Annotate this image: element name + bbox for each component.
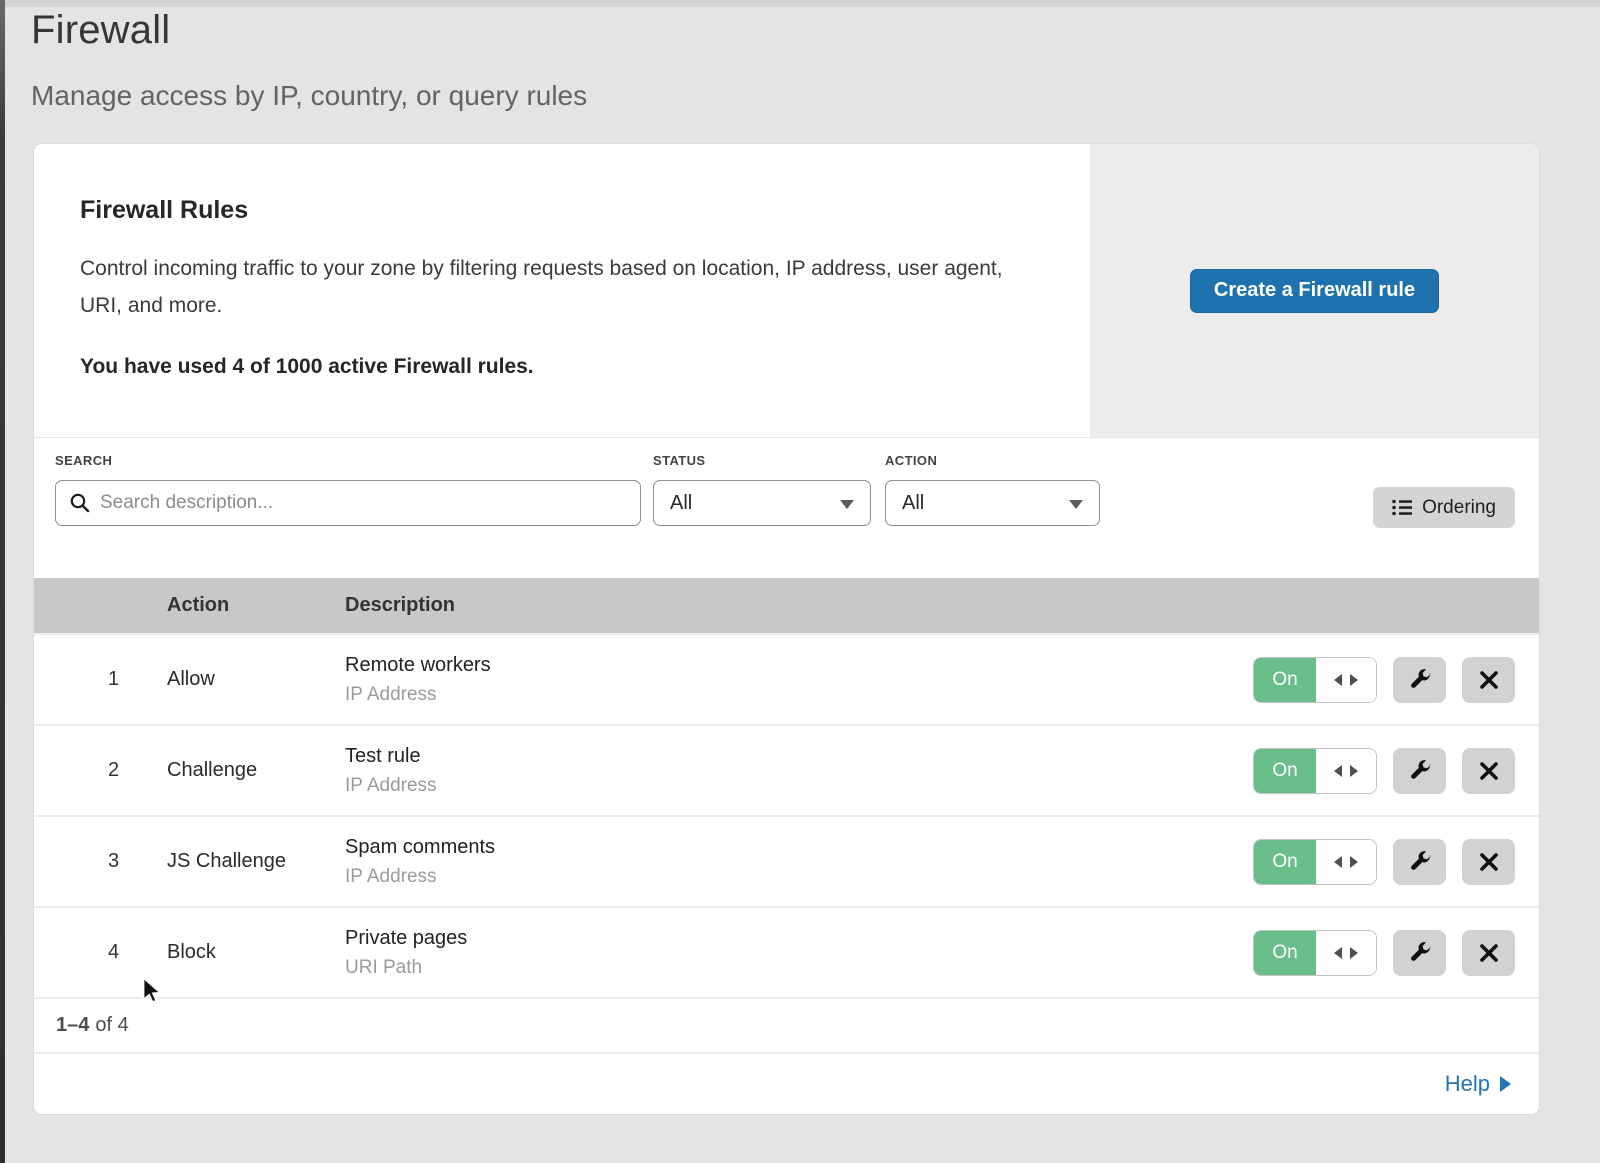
search-label: SEARCH bbox=[55, 453, 641, 468]
close-icon bbox=[1479, 761, 1499, 781]
close-icon bbox=[1479, 670, 1499, 690]
close-icon bbox=[1479, 943, 1499, 963]
help-link-label: Help bbox=[1445, 1071, 1490, 1097]
wrench-icon bbox=[1408, 850, 1431, 873]
rule-priority: 2 bbox=[34, 759, 167, 782]
table-row: 1 Allow Remote workers IP Address On bbox=[34, 633, 1539, 724]
intro-text-panel: Firewall Rules Control incoming traffic … bbox=[34, 144, 1090, 437]
rule-priority: 1 bbox=[34, 668, 167, 691]
usage-summary: You have used 4 of 1000 active Firewall … bbox=[80, 355, 1030, 379]
reorder-handle[interactable] bbox=[1316, 931, 1376, 975]
rule-action: JS Challenge bbox=[167, 850, 345, 873]
window-top-edge bbox=[0, 0, 1600, 7]
left-right-arrows-icon bbox=[1333, 855, 1359, 869]
pagination-summary: 1–4 of 4 bbox=[34, 997, 1539, 1052]
delete-rule-button[interactable] bbox=[1462, 930, 1515, 976]
toggle-on-state[interactable]: On bbox=[1254, 931, 1316, 975]
status-selected-value: All bbox=[670, 492, 692, 515]
rule-toggle[interactable]: On bbox=[1253, 930, 1377, 976]
rule-action: Block bbox=[167, 941, 345, 964]
toggle-on-state[interactable]: On bbox=[1254, 658, 1316, 702]
rule-action: Challenge bbox=[167, 759, 345, 782]
left-right-arrows-icon bbox=[1333, 764, 1359, 778]
create-firewall-rule-button[interactable]: Create a Firewall rule bbox=[1190, 269, 1439, 313]
action-select[interactable]: All bbox=[885, 480, 1100, 526]
firewall-rules-card: Firewall Rules Control incoming traffic … bbox=[33, 143, 1540, 1115]
action-selected-value: All bbox=[902, 492, 924, 515]
intro-heading: Firewall Rules bbox=[80, 196, 1030, 225]
wrench-icon bbox=[1408, 668, 1431, 691]
rule-toggle[interactable]: On bbox=[1253, 657, 1377, 703]
page-title: Firewall bbox=[31, 8, 170, 53]
toggle-on-state[interactable]: On bbox=[1254, 749, 1316, 793]
help-bar: Help bbox=[34, 1052, 1539, 1114]
page-subtitle: Manage access by IP, country, or query r… bbox=[31, 80, 587, 112]
edit-rule-button[interactable] bbox=[1393, 748, 1446, 794]
chevron-down-icon bbox=[1069, 500, 1083, 509]
rule-toggle[interactable]: On bbox=[1253, 839, 1377, 885]
rule-match-type: URI Path bbox=[345, 957, 1252, 979]
table-header: Action Description bbox=[34, 578, 1539, 633]
intro-action-panel: Create a Firewall rule bbox=[1090, 144, 1539, 437]
column-header-action: Action bbox=[167, 594, 345, 617]
search-icon bbox=[69, 492, 91, 514]
close-icon bbox=[1479, 852, 1499, 872]
reorder-handle[interactable] bbox=[1316, 749, 1376, 793]
column-header-description: Description bbox=[345, 594, 1252, 617]
rule-action: Allow bbox=[167, 668, 345, 691]
rule-priority: 3 bbox=[34, 850, 167, 873]
rule-toggle[interactable]: On bbox=[1253, 748, 1377, 794]
intro-section: Firewall Rules Control incoming traffic … bbox=[34, 144, 1539, 438]
edit-rule-button[interactable] bbox=[1393, 657, 1446, 703]
wrench-icon bbox=[1408, 941, 1431, 964]
pagination-total: of 4 bbox=[95, 1014, 128, 1037]
chevron-down-icon bbox=[840, 500, 854, 509]
rule-match-type: IP Address bbox=[345, 775, 1252, 797]
rule-description: Test rule bbox=[345, 745, 1252, 768]
ordering-button[interactable]: Ordering bbox=[1373, 487, 1515, 528]
rule-match-type: IP Address bbox=[345, 866, 1252, 888]
search-input[interactable] bbox=[55, 480, 641, 526]
edit-rule-button[interactable] bbox=[1393, 930, 1446, 976]
left-right-arrows-icon bbox=[1333, 946, 1359, 960]
wrench-icon bbox=[1408, 759, 1431, 782]
rule-description: Remote workers bbox=[345, 654, 1252, 677]
table-row: 4 Block Private pages URI Path On bbox=[34, 906, 1539, 997]
status-label: STATUS bbox=[653, 453, 871, 468]
filter-bar: SEARCH STATUS All ACTION All bbox=[34, 438, 1539, 578]
rule-match-type: IP Address bbox=[345, 684, 1252, 706]
table-row: 3 JS Challenge Spam comments IP Address … bbox=[34, 815, 1539, 906]
reorder-handle[interactable] bbox=[1316, 658, 1376, 702]
window-left-edge bbox=[0, 0, 5, 1163]
reorder-handle[interactable] bbox=[1316, 840, 1376, 884]
delete-rule-button[interactable] bbox=[1462, 839, 1515, 885]
status-select[interactable]: All bbox=[653, 480, 871, 526]
delete-rule-button[interactable] bbox=[1462, 657, 1515, 703]
list-icon bbox=[1392, 499, 1412, 516]
table-row: 2 Challenge Test rule IP Address On bbox=[34, 724, 1539, 815]
intro-description: Control incoming traffic to your zone by… bbox=[80, 251, 1030, 325]
left-right-arrows-icon bbox=[1333, 673, 1359, 687]
toggle-on-state[interactable]: On bbox=[1254, 840, 1316, 884]
delete-rule-button[interactable] bbox=[1462, 748, 1515, 794]
rule-description: Spam comments bbox=[345, 836, 1252, 859]
caret-right-icon bbox=[1500, 1076, 1511, 1092]
help-link[interactable]: Help bbox=[1445, 1071, 1511, 1097]
ordering-button-label: Ordering bbox=[1422, 497, 1496, 519]
action-label: ACTION bbox=[885, 453, 1100, 468]
rule-description: Private pages bbox=[345, 927, 1252, 950]
edit-rule-button[interactable] bbox=[1393, 839, 1446, 885]
pagination-range: 1–4 bbox=[56, 1014, 89, 1037]
rule-priority: 4 bbox=[34, 941, 167, 964]
